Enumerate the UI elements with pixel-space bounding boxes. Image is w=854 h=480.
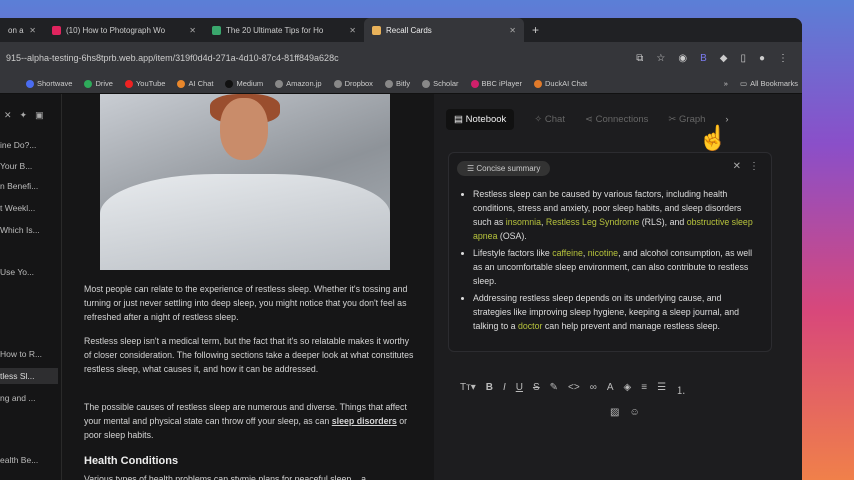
sidebar-item[interactable]: n Benefi... xyxy=(0,178,58,194)
sidebar-item[interactable]: Your B... xyxy=(0,158,58,174)
star-icon[interactable]: ☆ xyxy=(656,53,665,64)
close-tab-icon[interactable]: ✕ xyxy=(509,26,516,35)
sleep-disorders-link[interactable]: sleep disorders xyxy=(332,416,397,426)
sidebar-item[interactable]: Use Yo... xyxy=(0,264,58,280)
paragraph: Restless sleep isn't a medical term, but… xyxy=(84,336,414,374)
numbered-list-icon[interactable]: ⒈ xyxy=(676,382,686,397)
bookmark[interactable]: AI Chat xyxy=(177,79,213,88)
tab-notebook[interactable]: ▤ Notebook xyxy=(446,108,515,130)
extension-icon[interactable]: ◆ xyxy=(720,53,728,64)
pin-icon[interactable]: ✦ xyxy=(20,110,28,121)
fill-color-icon[interactable]: ◈ xyxy=(624,382,632,397)
highlighted-term[interactable]: Restless Leg Syndrome xyxy=(546,217,639,227)
summary-bullet: Lifestyle factors like caffeine, nicotin… xyxy=(473,246,761,288)
summary-bullet: Restless sleep can be caused by various … xyxy=(473,187,761,243)
bookmark[interactable]: YouTube xyxy=(124,79,165,88)
new-tab-button[interactable]: + xyxy=(532,23,539,37)
summary-card: ☰ Concise summary ✕ ⋮ Restless sleep can… xyxy=(448,152,772,352)
summary-list: Restless sleep can be caused by various … xyxy=(461,187,761,336)
strikethrough-icon[interactable]: S xyxy=(533,382,540,397)
align-icon[interactable]: ≡ xyxy=(641,382,647,397)
chevron-right-icon[interactable]: › xyxy=(725,114,728,125)
close-tab-icon[interactable]: ✕ xyxy=(189,26,196,35)
highlighted-term[interactable]: doctor xyxy=(518,321,542,331)
italic-icon[interactable]: I xyxy=(503,382,506,397)
bold-icon[interactable]: B xyxy=(486,382,493,397)
highlighted-term[interactable]: nicotine xyxy=(588,248,618,258)
paragraph: The possible causes of restless sleep ar… xyxy=(84,402,408,440)
highlighted-term[interactable]: caffeine xyxy=(552,248,583,258)
sidebar-item[interactable]: ng and ... xyxy=(0,390,58,406)
highlighter-icon[interactable]: ✎ xyxy=(550,382,558,397)
tab-strip: on a ✕ (10) How to Photograph Wo ✕ The 20 … xyxy=(0,18,802,42)
summary-bullet: Addressing restless sleep depends on its… xyxy=(473,291,761,333)
tab-connections[interactable]: ⋖ Connections xyxy=(585,114,648,125)
close-tab-icon[interactable]: ✕ xyxy=(29,26,36,35)
recall-icon xyxy=(372,25,381,35)
paragraph: Most people can relate to the experience… xyxy=(84,284,408,322)
extension-icon[interactable]: ◉ xyxy=(678,53,687,64)
collapse-icon[interactable]: ✕ xyxy=(4,110,12,121)
tab[interactable]: The 20 Ultimate Tips for Ho ✕ xyxy=(204,18,364,42)
close-tab-icon[interactable]: ✕ xyxy=(349,26,356,35)
sidebar-item[interactable]: How to R... xyxy=(0,346,58,362)
sidebar-item[interactable]: Which Is... xyxy=(0,222,58,238)
hand-cursor-icon: ☝ xyxy=(698,125,728,152)
sidebar-item[interactable]: ine Do?... xyxy=(0,137,58,153)
extension-b-icon[interactable]: B xyxy=(700,53,707,64)
bookmark[interactable]: DuckAI Chat xyxy=(533,79,587,88)
page-icon xyxy=(212,25,221,35)
sidebar-item[interactable]: ealth Be... xyxy=(0,452,58,468)
underline-icon[interactable]: U xyxy=(516,382,523,397)
collapse-icon[interactable]: ✕ xyxy=(733,161,741,172)
profile-icon[interactable]: ● xyxy=(759,53,765,64)
tab[interactable]: on a ✕ xyxy=(0,18,44,42)
bookmark[interactable]: Bitly xyxy=(384,79,410,88)
bookmark[interactable]: BBC iPlayer xyxy=(470,79,522,88)
all-bookmarks[interactable]: ▭ All Bookmarks xyxy=(740,79,798,88)
more-options-icon[interactable]: ⋮ xyxy=(749,161,759,172)
url-input[interactable]: 915--alpha-testing-6hs8tprb.web.app/item… xyxy=(6,53,636,63)
bookmark[interactable]: Shortwave xyxy=(26,79,72,88)
notebook-panel: ▤ Notebook ✧ Chat ⋖ Connections ✂ Graph … xyxy=(434,94,802,480)
highlighted-term[interactable]: insomnia xyxy=(506,217,541,227)
article-image xyxy=(100,94,390,270)
link-icon[interactable]: ∞ xyxy=(590,382,597,397)
tab[interactable]: (10) How to Photograph Wo ✕ xyxy=(44,18,204,42)
bookmark[interactable]: Medium xyxy=(225,79,263,88)
more-bookmarks-button[interactable]: » xyxy=(724,79,728,88)
install-icon[interactable]: ⧉ xyxy=(636,53,643,64)
panel-icon[interactable]: ▣ xyxy=(35,110,44,121)
address-bar: 915--alpha-testing-6hs8tprb.web.app/item… xyxy=(0,42,802,74)
menu-icon[interactable]: ⋮ xyxy=(778,53,788,64)
section-heading: Health Conditions xyxy=(84,455,179,467)
sidebar-item[interactable]: t Weekl... xyxy=(0,200,58,216)
bookmark[interactable]: Scholar xyxy=(422,79,459,88)
sidebar: ✕ ✦ ▣ ine Do?... Your B... n Benefi... t W… xyxy=(0,94,62,480)
article: Most people can relate to the experience… xyxy=(62,94,434,480)
tab-graph[interactable]: ✂ Graph xyxy=(668,114,705,125)
bookmark[interactable]: Dropbox xyxy=(333,79,373,88)
text-color-icon[interactable]: A xyxy=(607,382,614,397)
text-style-icon[interactable]: Tт▾ xyxy=(460,382,476,397)
youtube-icon xyxy=(52,25,61,35)
tab-recall-cards[interactable]: Recall Cards ✕ xyxy=(364,18,524,42)
image-icon[interactable]: ▨ xyxy=(610,407,619,418)
paragraph: Various types of health problems can sty… xyxy=(84,474,366,480)
bookmarks-bar: Shortwave Drive YouTube AI Chat Medium A… xyxy=(0,74,802,94)
bookmark[interactable]: Amazon.jp xyxy=(275,79,322,88)
code-icon[interactable]: <> xyxy=(568,382,580,397)
emoji-icon[interactable]: ☺ xyxy=(629,407,639,418)
sidebar-item-selected[interactable]: tless Sl... xyxy=(0,368,58,384)
tab-chat[interactable]: ✧ Chat xyxy=(534,114,565,125)
bullet-list-icon[interactable]: ☰ xyxy=(657,382,666,397)
summary-type-dropdown[interactable]: ☰ Concise summary xyxy=(457,161,551,176)
editor-toolbar: Tт▾ B I U S ✎ <> ∞ A ◈ ≡ ☰ ⒈ ▨ ☺ xyxy=(460,382,760,418)
bookmark[interactable]: Drive xyxy=(84,79,113,88)
browser-window: on a ✕ (10) How to Photograph Wo ✕ The 20 … xyxy=(0,18,802,480)
extensions-icon[interactable]: ▯ xyxy=(740,53,746,64)
